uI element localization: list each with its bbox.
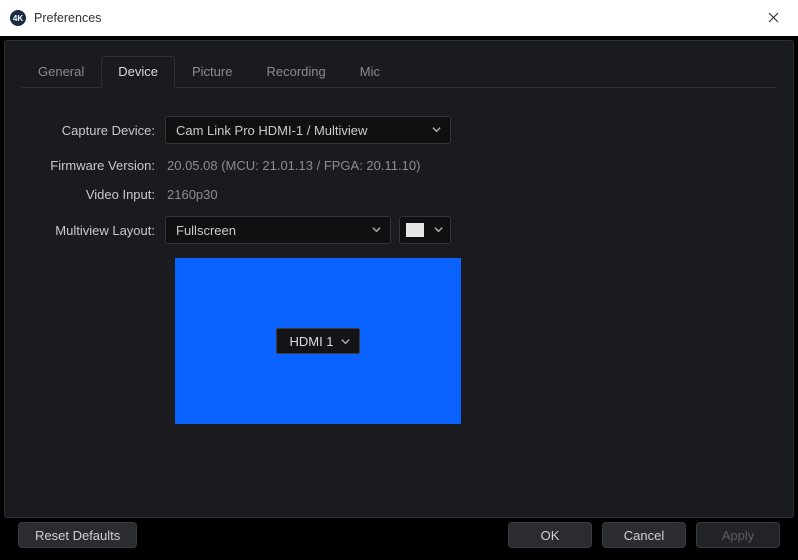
multiview-layout-select[interactable]: Fullscreen [165, 216, 391, 244]
chevron-down-icon [433, 224, 444, 235]
capture-device-label: Capture Device: [41, 123, 165, 138]
dialog-body: General Device Picture Recording Mic Cap… [0, 36, 798, 522]
window-title: Preferences [34, 11, 101, 25]
multiview-layout-value: Fullscreen [176, 223, 236, 238]
preview-slot-select[interactable]: HDMI 1 [276, 328, 359, 354]
reset-defaults-button[interactable]: Reset Defaults [18, 522, 137, 548]
apply-button[interactable]: Apply [696, 522, 780, 548]
tab-recording[interactable]: Recording [249, 56, 342, 88]
row-video-input: Video Input: 2160p30 [41, 187, 757, 202]
device-panel: Capture Device: Cam Link Pro HDMI-1 / Mu… [21, 116, 777, 505]
app-icon: 4K [10, 10, 26, 26]
capture-device-select[interactable]: Cam Link Pro HDMI-1 / Multiview [165, 116, 451, 144]
row-capture-device: Capture Device: Cam Link Pro HDMI-1 / Mu… [41, 116, 757, 144]
multiview-color-select[interactable] [399, 216, 451, 244]
preview-slot-label: HDMI 1 [289, 334, 333, 349]
color-swatch [406, 223, 424, 237]
firmware-label: Firmware Version: [41, 158, 165, 173]
tab-picture[interactable]: Picture [175, 56, 249, 88]
video-input-label: Video Input: [41, 187, 165, 202]
close-icon [768, 10, 779, 27]
multiview-layout-label: Multiview Layout: [41, 223, 165, 238]
tab-bar: General Device Picture Recording Mic [21, 55, 777, 88]
tab-general[interactable]: General [21, 56, 101, 88]
chevron-down-icon [431, 124, 442, 135]
row-firmware: Firmware Version: 20.05.08 (MCU: 21.01.1… [41, 158, 757, 173]
close-button[interactable] [750, 0, 796, 36]
tab-device[interactable]: Device [101, 56, 175, 88]
firmware-value: 20.05.08 (MCU: 21.01.13 / FPGA: 20.11.10… [165, 158, 420, 173]
video-input-value: 2160p30 [165, 187, 218, 202]
capture-device-value: Cam Link Pro HDMI-1 / Multiview [176, 123, 367, 138]
chevron-down-icon [371, 224, 382, 235]
multiview-preview: HDMI 1 [175, 258, 461, 424]
tab-mic[interactable]: Mic [343, 56, 397, 88]
chevron-down-icon [340, 336, 351, 347]
cancel-button[interactable]: Cancel [602, 522, 686, 548]
dialog-footer: Reset Defaults OK Cancel Apply [0, 522, 798, 560]
row-preview: HDMI 1 [41, 258, 757, 424]
row-multiview-layout: Multiview Layout: Fullscreen [41, 216, 757, 244]
dialog-inner: General Device Picture Recording Mic Cap… [4, 40, 794, 518]
titlebar: 4K Preferences [0, 0, 798, 36]
ok-button[interactable]: OK [508, 522, 592, 548]
preferences-window: 4K Preferences General Device Picture Re… [0, 0, 798, 560]
